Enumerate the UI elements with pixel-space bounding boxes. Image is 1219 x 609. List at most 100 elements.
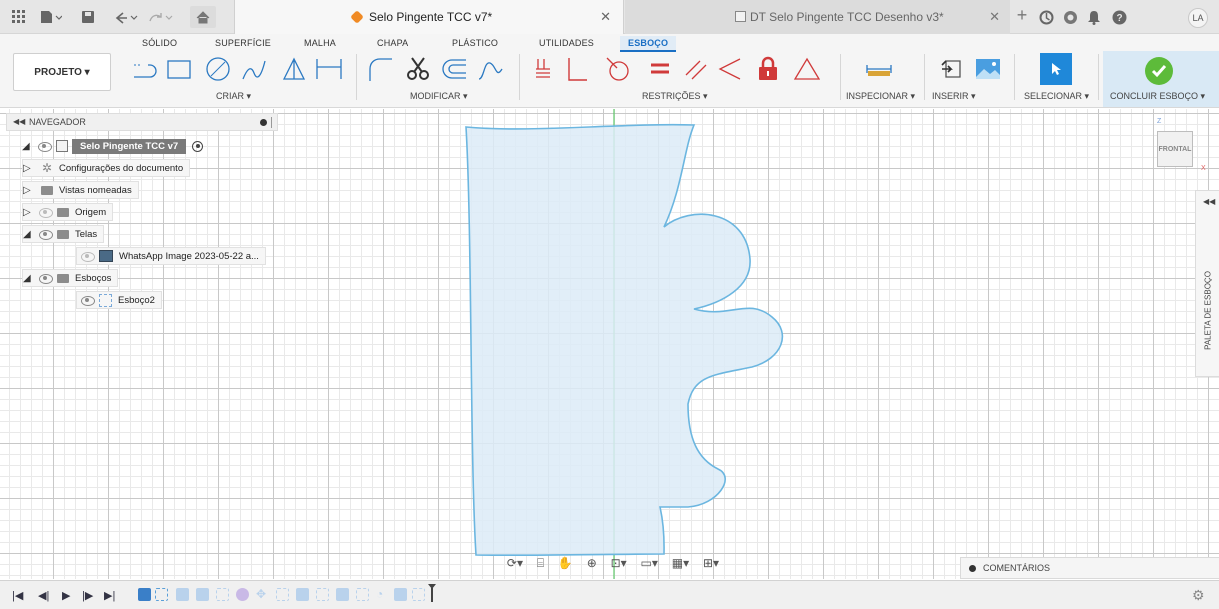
timeline-marker-icon[interactable]: [428, 584, 436, 602]
tree-item-canvases[interactable]: ◢ Telas: [22, 225, 105, 243]
parallel-constraint-icon[interactable]: [682, 54, 710, 84]
extensions-icon[interactable]: [1038, 9, 1054, 25]
finish-sketch-check-icon[interactable]: [1145, 57, 1173, 85]
tree-item-origin[interactable]: ▷ Origem: [22, 203, 114, 221]
visibility-eye-icon[interactable]: [38, 142, 52, 152]
perpendicular-constraint-icon[interactable]: [563, 54, 591, 84]
coincident-constraint-icon[interactable]: [530, 54, 558, 84]
add-comment-icon[interactable]: [969, 565, 976, 572]
tree-item-sketches[interactable]: ◢ Esboços: [22, 269, 119, 287]
tab-utilidades[interactable]: UTILIDADES: [539, 38, 594, 48]
project-button[interactable]: PROJETO ▾: [13, 53, 111, 91]
tab-esboco[interactable]: ESBOÇO: [620, 36, 677, 52]
collapsed-triangle-icon[interactable]: ▷: [23, 163, 35, 174]
tangent-constraint-icon[interactable]: [604, 54, 632, 84]
tree-item-canvas-image[interactable]: WhatsApp Image 2023-05-22 a...: [76, 247, 266, 265]
expanded-triangle-icon[interactable]: ◢: [23, 273, 35, 284]
dimension-tool-icon[interactable]: [314, 54, 342, 84]
grid-settings-icon[interactable]: ▦▾: [672, 556, 689, 570]
expanded-triangle-icon[interactable]: ◢: [22, 141, 34, 152]
group-label-selecionar[interactable]: SELECIONAR ▾: [1024, 91, 1089, 102]
timeline-extrude-icon[interactable]: [336, 588, 349, 601]
resize-handle[interactable]: [271, 117, 272, 128]
go-to-end-icon[interactable]: ▶|: [104, 589, 115, 602]
play-icon[interactable]: ▶: [62, 589, 70, 602]
fit-window-icon[interactable]: ⊡▾: [611, 556, 627, 570]
visibility-eye-icon[interactable]: [39, 274, 53, 284]
timeline-sketch-icon[interactable]: [276, 588, 289, 601]
display-settings-icon[interactable]: ▭▾: [641, 556, 658, 570]
timeline-extrude-icon[interactable]: [176, 588, 189, 601]
fillet-tool-icon[interactable]: [366, 54, 394, 84]
collapsed-triangle-icon[interactable]: ▷: [23, 207, 35, 218]
line-tool-icon[interactable]: [130, 54, 158, 84]
group-label-inserir[interactable]: INSERIR ▾: [932, 91, 976, 102]
collapse-arrows-icon[interactable]: ◀◀: [13, 117, 25, 126]
go-to-start-icon[interactable]: |◀: [12, 589, 23, 602]
tab-plastico[interactable]: PLÁSTICO: [452, 38, 498, 48]
browser-header[interactable]: ◀◀ NAVEGADOR: [6, 113, 278, 131]
grid-menu-icon[interactable]: [12, 9, 26, 25]
comments-panel[interactable]: COMENTÁRIOS: [960, 557, 1219, 579]
zoom-icon[interactable]: ⊕: [587, 556, 597, 570]
trim-scissors-icon[interactable]: [404, 54, 432, 84]
timeline-extrude-icon[interactable]: [296, 588, 309, 601]
timeline-sketch-icon[interactable]: [155, 588, 168, 601]
timeline-fillet-icon[interactable]: ◔: [376, 588, 389, 601]
group-label-inspecionar[interactable]: INSPECIONAR ▾: [846, 91, 915, 102]
symmetry-constraint-icon[interactable]: [792, 54, 820, 84]
visibility-eye-icon[interactable]: [81, 296, 95, 306]
document-tab-active[interactable]: Selo Pingente TCC v7* ✕: [234, 0, 624, 34]
group-label-modificar[interactable]: MODIFICAR ▾: [410, 91, 468, 102]
arc-tool-icon[interactable]: [240, 54, 268, 84]
job-status-icon[interactable]: [1062, 9, 1078, 25]
angle-constraint-icon[interactable]: [716, 54, 744, 84]
view-cube[interactable]: FRONTAL: [1157, 131, 1193, 167]
hidden-eye-icon[interactable]: [81, 252, 95, 262]
rectangle-tool-icon[interactable]: [165, 54, 193, 84]
step-forward-icon[interactable]: |▶: [82, 589, 93, 602]
close-tab-icon[interactable]: ✕: [600, 9, 611, 25]
tree-item-named-views[interactable]: ▷ Vistas nomeadas: [22, 181, 139, 199]
sketch-palette-collapsed[interactable]: ◀◀ PALETA DE ESBOÇO: [1195, 190, 1219, 377]
timeline-canvas-icon[interactable]: [138, 588, 151, 601]
visibility-eye-icon[interactable]: [39, 230, 53, 240]
fix-lock-icon[interactable]: [754, 54, 782, 84]
step-back-icon[interactable]: ◀|: [38, 589, 49, 602]
expanded-triangle-icon[interactable]: ◢: [23, 229, 35, 240]
offset-tool-icon[interactable]: [440, 54, 468, 84]
tree-item-settings[interactable]: ▷ ✲ Configurações do documento: [22, 159, 191, 177]
equal-constraint-icon[interactable]: [646, 54, 674, 84]
tab-chapa[interactable]: CHAPA: [377, 38, 408, 48]
tab-solido[interactable]: SÓLIDO: [142, 38, 177, 48]
viewports-icon[interactable]: ⊞▾: [703, 556, 719, 570]
timeline-sketch-icon[interactable]: [356, 588, 369, 601]
group-label-concluir[interactable]: CONCLUIR ESBOÇO ▾: [1110, 91, 1205, 102]
pan-hand-icon[interactable]: ✋: [558, 556, 573, 570]
pin-dot-icon[interactable]: [260, 119, 267, 126]
new-tab-icon[interactable]: +: [1014, 5, 1030, 25]
close-tab-icon-2[interactable]: ✕: [989, 9, 1000, 25]
tree-item-sketch2[interactable]: Esboço2: [76, 291, 162, 309]
expand-arrows-icon[interactable]: ◀◀: [1203, 197, 1215, 206]
timeline-revolve-icon[interactable]: [236, 588, 249, 601]
activate-radio-icon[interactable]: [192, 140, 204, 152]
polygon-tool-icon[interactable]: [280, 54, 308, 84]
timeline-extrude-icon[interactable]: [196, 588, 209, 601]
timeline-sketch-icon[interactable]: [316, 588, 329, 601]
group-label-restricoes[interactable]: RESTRIÇÕES ▾: [642, 91, 708, 102]
timeline-sketch-icon[interactable]: [216, 588, 229, 601]
help-icon[interactable]: ?: [1111, 9, 1127, 25]
document-tab-inactive[interactable]: DT Selo Pingente TCC Desenho v3* ✕: [625, 0, 1010, 34]
spline-tool-icon[interactable]: [476, 54, 504, 84]
collapsed-triangle-icon[interactable]: ▷: [23, 185, 35, 196]
save-icon[interactable]: [80, 9, 96, 25]
home-icon[interactable]: [190, 6, 216, 28]
timeline-move-icon[interactable]: ✥: [256, 588, 269, 601]
timeline-settings-gear-icon[interactable]: ⚙: [1192, 587, 1205, 604]
circle-tool-icon[interactable]: [204, 54, 232, 84]
select-cursor-button[interactable]: [1040, 53, 1072, 85]
tab-malha[interactable]: MALHA: [304, 38, 336, 48]
file-menu-icon[interactable]: [40, 9, 62, 25]
measure-tool-icon[interactable]: [864, 54, 892, 84]
